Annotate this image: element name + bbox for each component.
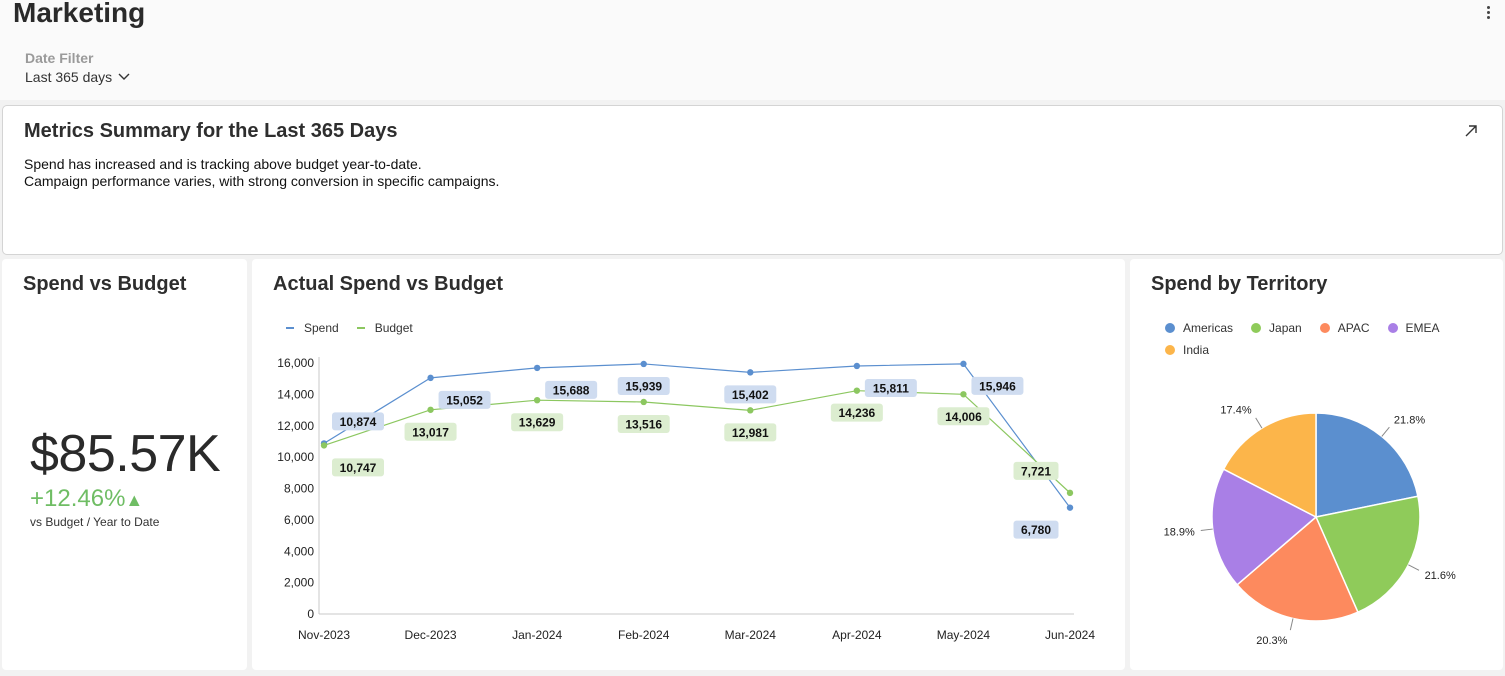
data-label: 15,688 [553, 383, 590, 397]
x-tick-label: Jan-2024 [512, 628, 562, 642]
spend-by-territory-card: Spend by Territory Americas Japan APAC EMEA… [1130, 259, 1503, 670]
data-label: 10,874 [340, 415, 377, 429]
y-tick-label: 0 [307, 607, 314, 621]
kpi-caption: vs Budget / Year to Date [30, 515, 160, 529]
data-point [747, 369, 754, 376]
data-point [533, 396, 541, 404]
pie-leader-line [1381, 426, 1390, 437]
x-tick-label: May-2024 [937, 628, 991, 642]
pie-label: 17.4% [1220, 404, 1251, 416]
y-tick-label: 10,000 [277, 450, 314, 464]
line-chart: 0 2,000 4,000 6,000 8,000 10,000 12,000 14,000 1… [277, 356, 1095, 642]
data-label: 13,516 [625, 417, 662, 431]
data-point [640, 360, 647, 368]
date-filter-value: Last 365 days [25, 69, 113, 85]
summary-text: Spend has increased and is tracking abov… [24, 156, 499, 190]
data-label: 15,811 [873, 381, 909, 395]
data-label: 12,981 [732, 426, 769, 440]
chevron-down-icon [118, 73, 130, 80]
summary-line: Spend has increased and is tracking abov… [24, 156, 422, 172]
expand-icon[interactable] [1462, 122, 1480, 140]
x-tick-label: Apr-2024 [832, 628, 882, 642]
data-label: 14,006 [945, 410, 982, 424]
data-label: 15,402 [732, 388, 769, 402]
metrics-summary-card: Metrics Summary for the Last 365 Days Sp… [2, 105, 1503, 255]
x-tick-label: Mar-2024 [725, 628, 777, 642]
y-tick-label: 2,000 [284, 576, 314, 590]
x-tick-label: Nov-2023 [298, 628, 350, 642]
more-options-icon[interactable] [1480, 4, 1496, 24]
actual-spend-vs-budget-card: Actual Spend vs Budget Spend Budget 0 2,00… [252, 259, 1125, 670]
pie-leader-line [1255, 417, 1263, 429]
header: Marketing Date Filter Last 365 days [0, 0, 1505, 100]
data-label: 15,052 [446, 393, 483, 407]
spend-vs-budget-card: Spend vs Budget $85.57K +12.46%▲ vs Budg… [2, 259, 247, 670]
y-tick-label: 8,000 [284, 482, 314, 496]
kpi-title: Spend vs Budget [23, 273, 187, 295]
x-tick-label: Jun-2024 [1045, 628, 1095, 642]
data-point [1066, 489, 1074, 497]
data-label: 6,780 [1021, 523, 1051, 537]
kpi-change-value: +12.46% [30, 485, 126, 512]
pie-leader-line [1200, 528, 1213, 531]
pie-chart: 21.8% 21.6% 20.3% 18.9% 17.4% [1164, 404, 1456, 647]
data-label: 15,946 [979, 379, 1016, 393]
pie-label: 21.8% [1394, 414, 1425, 426]
y-tick-label: 4,000 [284, 544, 314, 558]
data-label: 10,747 [340, 461, 377, 475]
up-arrow-icon: ▲ [125, 490, 144, 510]
kpi-change: +12.46%▲ [30, 485, 143, 513]
y-tick-label: 12,000 [277, 419, 314, 433]
data-point [320, 442, 328, 449]
series-line [323, 390, 1071, 494]
data-point [427, 374, 434, 382]
date-filter-label: Date Filter [25, 50, 94, 66]
data-label: 15,939 [625, 379, 662, 393]
date-filter-dropdown[interactable]: Last 365 days [25, 69, 130, 85]
data-label: 14,236 [839, 406, 876, 420]
data-label: 13,629 [519, 416, 556, 430]
pie-label: 20.3% [1256, 635, 1287, 647]
data-label: 13,017 [412, 425, 449, 439]
data-point [427, 406, 434, 413]
data-point [747, 407, 754, 414]
pie-label: 18.9% [1164, 527, 1195, 539]
data-point [640, 398, 647, 406]
data-label: 7,721 [1021, 464, 1051, 478]
x-tick-label: Dec-2023 [405, 628, 457, 642]
summary-title: Metrics Summary for the Last 365 Days [24, 120, 398, 142]
data-point [1066, 504, 1074, 511]
pie-leader-line [1408, 564, 1420, 571]
pie-leader-line [1289, 618, 1294, 631]
data-point [533, 364, 541, 372]
y-tick-label: 14,000 [277, 387, 314, 401]
pie-label: 21.6% [1425, 570, 1456, 582]
page-title: Marketing [13, 0, 146, 28]
y-tick-label: 16,000 [277, 356, 314, 370]
summary-line: Campaign performance varies, with strong… [24, 173, 500, 189]
data-point [853, 362, 861, 370]
data-point [960, 391, 967, 398]
y-tick-label: 6,000 [284, 513, 314, 527]
data-point [960, 360, 967, 368]
x-tick-label: Feb-2024 [618, 628, 670, 642]
data-point [853, 387, 861, 394]
kpi-value: $85.57K [30, 425, 221, 483]
